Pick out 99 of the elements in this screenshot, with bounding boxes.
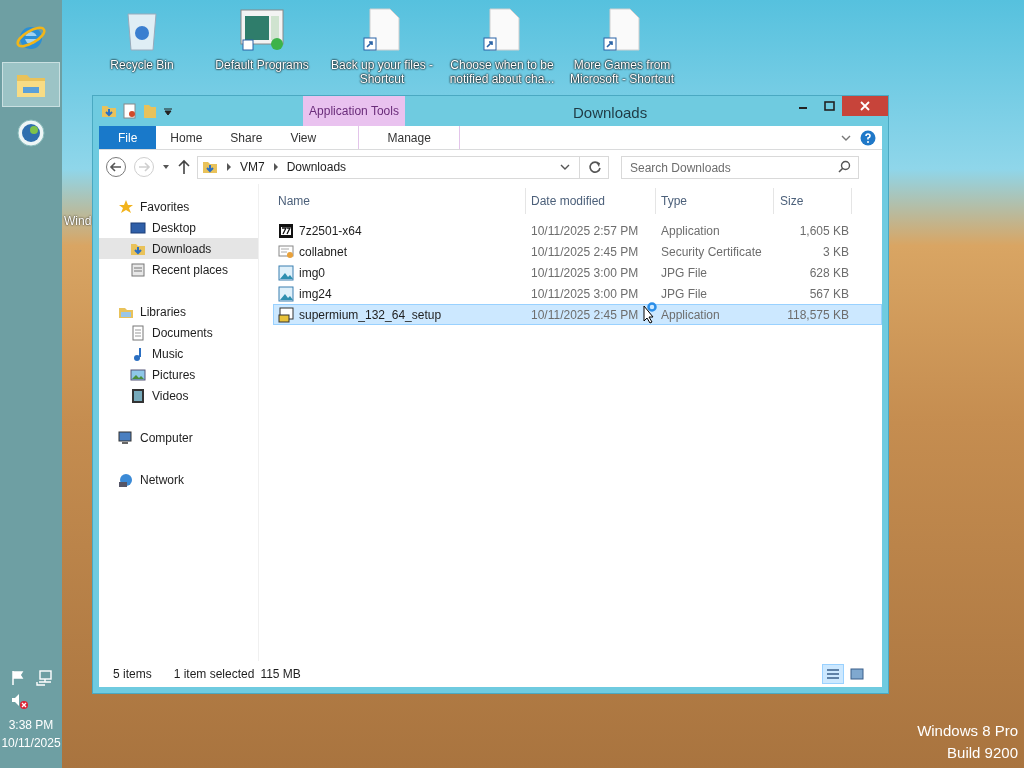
downloads-icon bbox=[101, 103, 117, 119]
busy-cursor-icon bbox=[643, 302, 657, 324]
desktop-icon-label: Wind bbox=[64, 213, 92, 230]
ribbon-tab[interactable]: File bbox=[99, 126, 157, 149]
item-count: 5 items bbox=[113, 666, 152, 683]
certificate-icon bbox=[278, 243, 294, 260]
nav-item[interactable]: Recent places bbox=[99, 259, 258, 280]
nav-item[interactable]: Pictures bbox=[99, 364, 258, 385]
column-header[interactable]: Date modified bbox=[526, 188, 656, 214]
close-icon bbox=[860, 101, 870, 111]
column-header[interactable]: Type bbox=[656, 188, 774, 214]
properties-icon[interactable] bbox=[123, 103, 137, 119]
pictures-icon bbox=[130, 366, 146, 383]
details-view-button[interactable] bbox=[822, 664, 844, 684]
file-name: supermium_132_64_setup bbox=[299, 306, 442, 324]
file-date: 10/11/2025 3:00 PM bbox=[531, 285, 639, 303]
desktop-icon bbox=[130, 219, 146, 236]
file-date: 10/11/2025 2:45 PM bbox=[531, 243, 639, 261]
selection-size: 115 MB bbox=[260, 666, 301, 683]
file-type: Security Certificate bbox=[660, 243, 763, 261]
ribbon-tab[interactable]: Home bbox=[156, 126, 217, 149]
up-arrow-icon[interactable] bbox=[177, 159, 191, 175]
muted-speaker-icon[interactable] bbox=[11, 692, 30, 710]
nav-item[interactable]: Music bbox=[99, 343, 258, 364]
shortcut-file-icon bbox=[602, 8, 642, 52]
refresh-icon[interactable] bbox=[588, 160, 602, 174]
documents-icon bbox=[130, 324, 146, 341]
archive-icon bbox=[278, 222, 294, 239]
computer-icon bbox=[118, 429, 134, 446]
file-name: 7z2501-x64 bbox=[299, 222, 362, 240]
file-size: 1,605 KB bbox=[798, 222, 850, 240]
ribbon-tab[interactable]: Share bbox=[216, 126, 277, 149]
shortcut-file-icon bbox=[482, 8, 522, 52]
file-date: 10/11/2025 2:45 PM bbox=[531, 306, 639, 324]
context-tab-group: Application Tools bbox=[303, 96, 405, 126]
file-type: JPG File bbox=[660, 285, 708, 303]
customize-dropdown-icon[interactable] bbox=[163, 106, 173, 116]
file-size: 118,575 KB bbox=[786, 306, 850, 324]
search-icon bbox=[838, 159, 851, 173]
nav-item[interactable]: Network bbox=[99, 469, 258, 490]
videos-icon bbox=[130, 387, 146, 404]
downloads-icon bbox=[202, 159, 218, 175]
nav-item[interactable]: Desktop bbox=[99, 217, 258, 238]
address-bar[interactable]: VM7 Downloads bbox=[197, 155, 609, 179]
file-type: JPG File bbox=[660, 264, 708, 282]
file-name: img0 bbox=[299, 264, 325, 282]
file-row[interactable]: collabnet 10/11/2025 2:45 PM Security Certificate 3 KB bbox=[273, 241, 882, 262]
selection-count: 1 item selected bbox=[173, 666, 255, 683]
breadcrumb-arrow-icon[interactable] bbox=[272, 163, 279, 171]
edition-watermark: Windows 8 Pro bbox=[917, 721, 1018, 741]
network-icon[interactable] bbox=[36, 670, 52, 686]
picture-icon bbox=[278, 264, 294, 281]
tile-icon bbox=[850, 668, 864, 680]
nav-item[interactable]: Documents bbox=[99, 322, 258, 343]
search-field[interactable]: Search Downloads bbox=[621, 156, 859, 180]
clock-time: 3:38 PM bbox=[8, 717, 54, 734]
close-button[interactable] bbox=[842, 96, 888, 116]
nav-item[interactable]: Downloads bbox=[99, 238, 258, 259]
nav-item[interactable]: Favorites bbox=[99, 196, 258, 217]
installer-icon bbox=[278, 306, 294, 323]
recent-icon bbox=[130, 261, 146, 278]
help-icon[interactable] bbox=[860, 129, 876, 146]
breadcrumb-item[interactable]: Downloads bbox=[286, 158, 347, 176]
file-row[interactable]: img24 10/11/2025 3:00 PM JPG File 567 KB bbox=[273, 283, 882, 304]
file-size: 3 KB bbox=[822, 243, 850, 261]
globe-icon bbox=[15, 116, 47, 149]
back-icon[interactable] bbox=[105, 156, 127, 178]
file-name: img24 bbox=[299, 285, 332, 303]
breadcrumb-arrow-icon[interactable] bbox=[226, 163, 232, 171]
file-type: Application bbox=[660, 222, 721, 240]
maximize-icon bbox=[823, 101, 835, 111]
file-row[interactable]: 7z2501-x64 10/11/2025 2:57 PM Application 1,605 KB bbox=[273, 220, 882, 241]
flag-icon[interactable] bbox=[10, 670, 26, 686]
column-header[interactable]: Name bbox=[273, 188, 526, 214]
file-date: 10/11/2025 2:57 PM bbox=[531, 222, 639, 240]
file-row[interactable]: supermium_132_64_setup 10/11/2025 2:45 PM Application 118,575 KB bbox=[273, 304, 882, 325]
window-title: Downloads bbox=[573, 103, 648, 123]
nav-item[interactable]: Libraries bbox=[99, 301, 258, 322]
shortcut-file-icon bbox=[362, 8, 402, 52]
column-header[interactable]: Size bbox=[774, 188, 852, 214]
ribbon-tab[interactable]: Manage bbox=[358, 126, 461, 149]
clock-date: 10/11/2025 bbox=[1, 735, 61, 752]
picture-icon bbox=[278, 285, 294, 302]
file-row[interactable]: img0 10/11/2025 3:00 PM JPG File 628 KB bbox=[273, 262, 882, 283]
ribbon-tab[interactable]: View bbox=[276, 126, 331, 149]
network-icon bbox=[118, 471, 134, 488]
nav-item[interactable]: Computer bbox=[99, 427, 258, 448]
breadcrumb-item[interactable]: VM7 bbox=[240, 158, 265, 176]
file-size: 567 KB bbox=[808, 285, 850, 303]
list-icon bbox=[826, 668, 840, 680]
file-name: collabnet bbox=[299, 243, 348, 261]
program-window-icon bbox=[239, 8, 285, 52]
file-date: 10/11/2025 3:00 PM bbox=[531, 264, 639, 282]
edition-watermark: Build 9200 bbox=[947, 743, 1018, 763]
star-icon bbox=[118, 198, 134, 215]
file-type: Application bbox=[660, 306, 721, 324]
file-size: 628 KB bbox=[808, 264, 850, 282]
chevron-down-icon[interactable] bbox=[559, 162, 571, 172]
nav-item[interactable]: Videos bbox=[99, 385, 258, 406]
